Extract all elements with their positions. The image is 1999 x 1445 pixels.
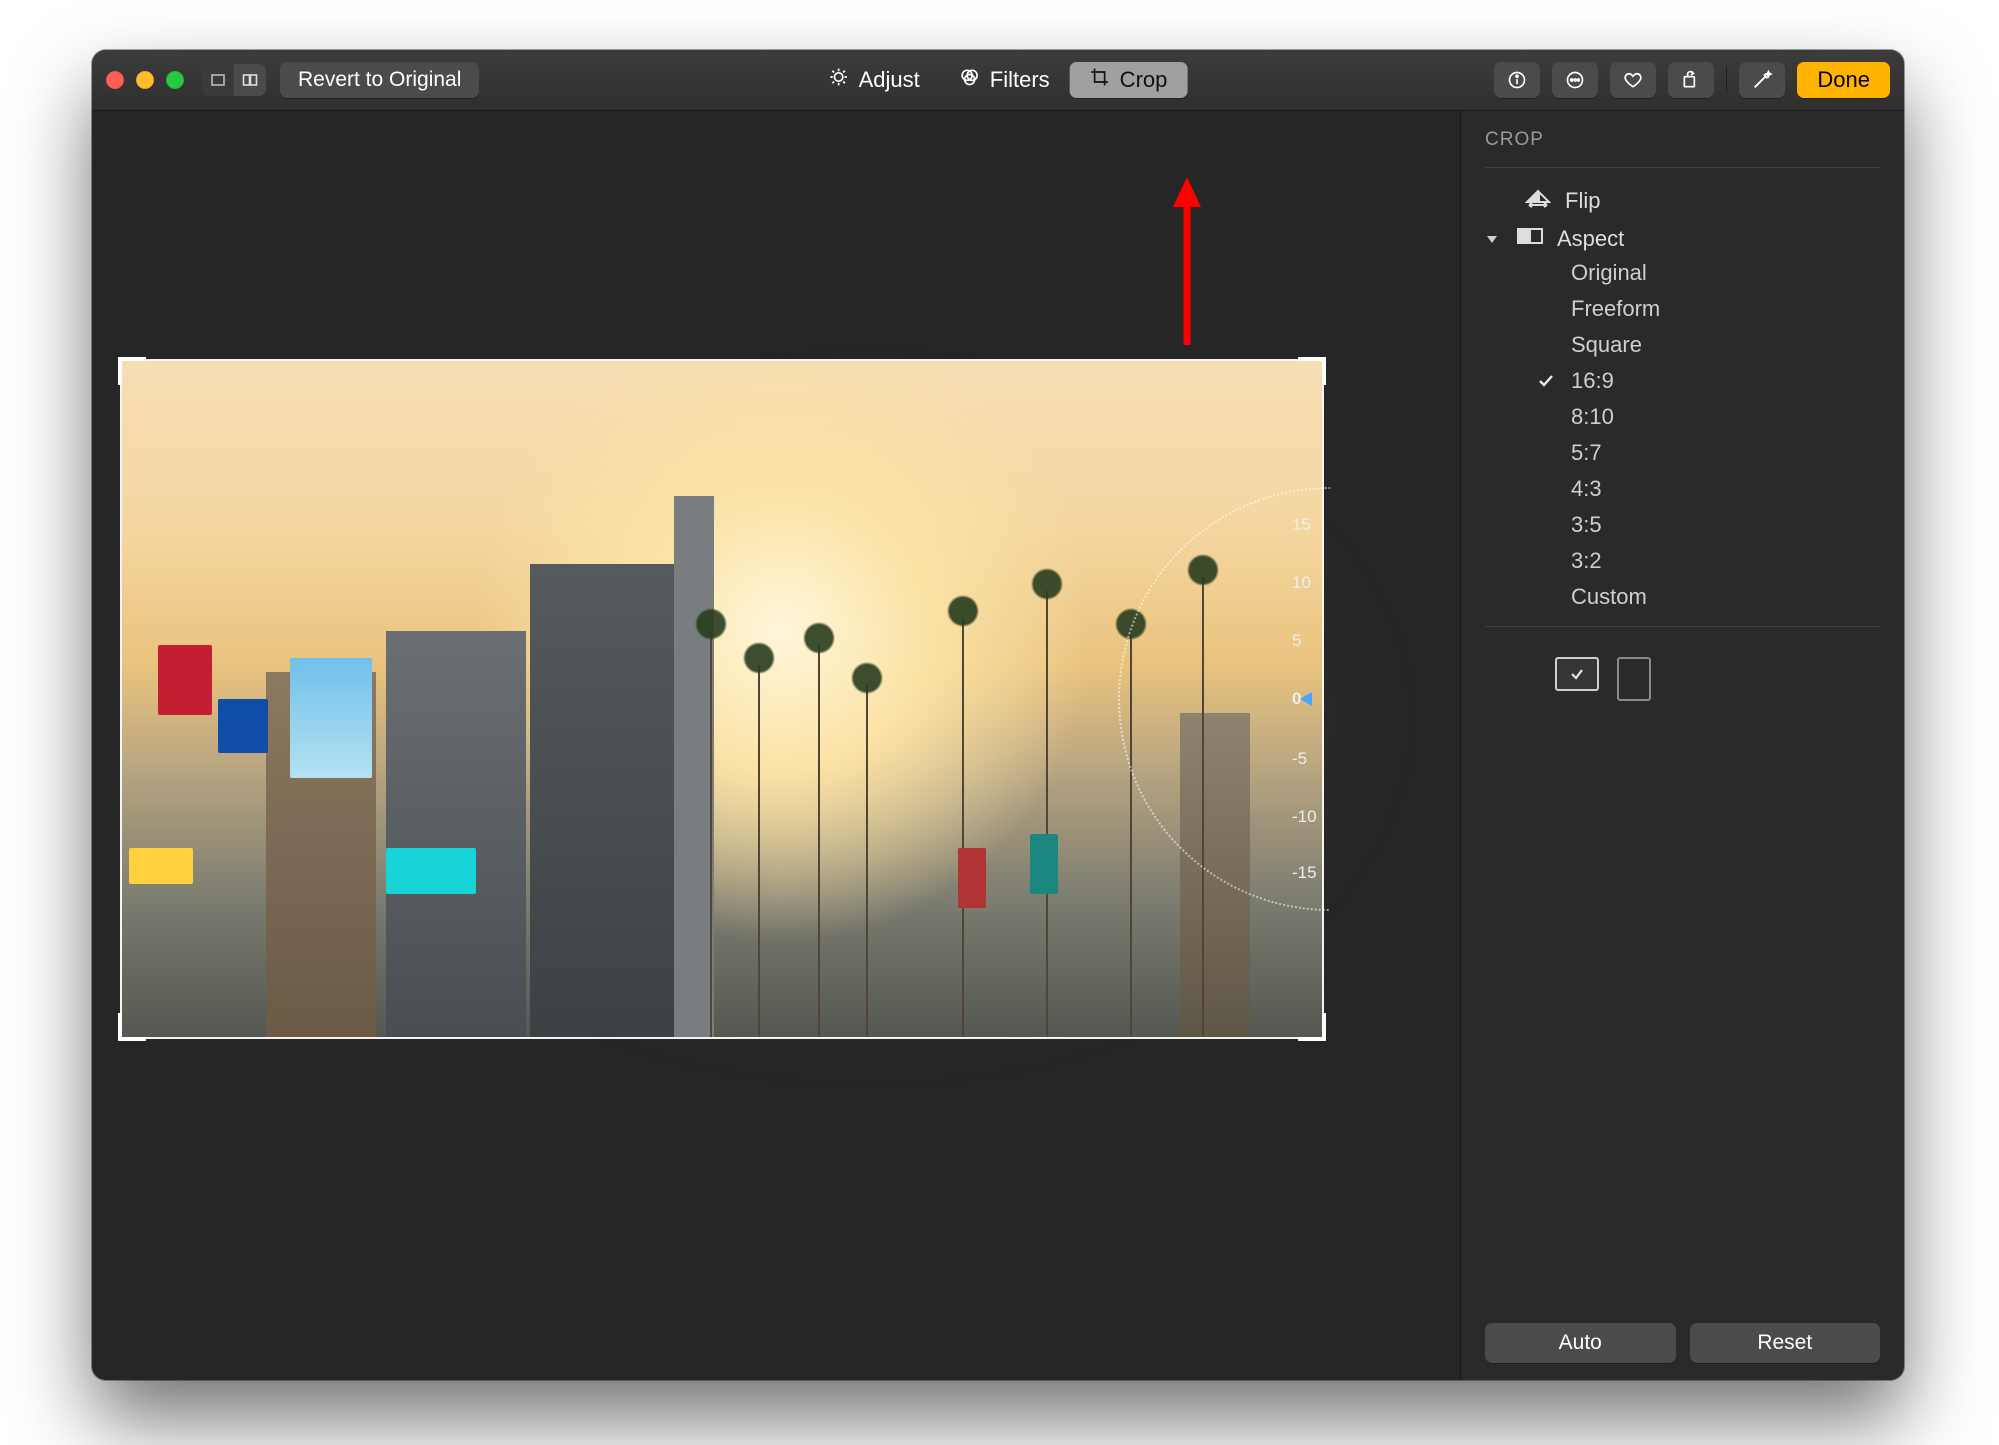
- done-button[interactable]: Done: [1797, 62, 1890, 98]
- disclosure-down-icon: [1485, 232, 1503, 246]
- aspect-option-5-7[interactable]: 5:7: [1535, 438, 1880, 468]
- toolbar-divider: [1726, 67, 1727, 93]
- aspect-option-label: 8:10: [1571, 404, 1614, 430]
- adjust-icon: [829, 67, 849, 93]
- view-mode-single-icon[interactable]: [202, 64, 234, 96]
- favorite-button[interactable]: [1610, 62, 1656, 98]
- aspect-option-label: 16:9: [1571, 368, 1614, 394]
- crop-frame[interactable]: 15 10 5 0 -5 -10 -15: [122, 361, 1322, 1037]
- crop-icon: [1090, 67, 1110, 93]
- crop-handle-bottom-left[interactable]: [118, 1013, 146, 1041]
- tab-crop[interactable]: Crop: [1070, 62, 1188, 98]
- divider: [1485, 167, 1880, 168]
- sidebar-section-title: CROP: [1485, 129, 1880, 151]
- tab-crop-label: Crop: [1120, 67, 1168, 93]
- orientation-portrait-button[interactable]: [1617, 657, 1651, 701]
- aspect-label: Aspect: [1557, 226, 1624, 252]
- tab-adjust-label: Adjust: [859, 67, 920, 93]
- minimize-window-button[interactable]: [136, 71, 154, 89]
- checkmark-icon: [1535, 372, 1557, 390]
- aspect-row[interactable]: Aspect: [1485, 220, 1880, 258]
- flip-icon: [1525, 188, 1551, 214]
- aspect-option-label: 5:7: [1571, 440, 1602, 466]
- wheel-tick: -5: [1292, 749, 1307, 769]
- orientation-toggle: [1485, 641, 1880, 701]
- flip-row[interactable]: Flip: [1485, 182, 1880, 220]
- maximize-window-button[interactable]: [166, 71, 184, 89]
- wheel-tick: 10: [1292, 573, 1311, 593]
- auto-button[interactable]: Auto: [1485, 1323, 1676, 1363]
- photos-edit-window: Revert to Original Adjust Filters Crop: [92, 50, 1904, 1380]
- aspect-option-3-2[interactable]: 3:2: [1535, 546, 1880, 576]
- more-button[interactable]: [1552, 62, 1598, 98]
- wheel-tick: 15: [1292, 515, 1311, 535]
- aspect-option-label: 3:2: [1571, 548, 1602, 574]
- crop-handle-bottom-right[interactable]: [1298, 1013, 1326, 1041]
- aspect-option-3-5[interactable]: 3:5: [1535, 510, 1880, 540]
- rotate-button[interactable]: [1668, 62, 1714, 98]
- tab-adjust[interactable]: Adjust: [809, 62, 940, 98]
- flip-label: Flip: [1565, 188, 1600, 214]
- info-button[interactable]: [1494, 62, 1540, 98]
- wheel-tick: 5: [1292, 631, 1301, 651]
- aspect-icon: [1517, 226, 1543, 252]
- revert-to-original-button[interactable]: Revert to Original: [280, 62, 479, 98]
- aspect-option-original[interactable]: Original: [1535, 258, 1880, 288]
- aspect-option-freeform[interactable]: Freeform: [1535, 294, 1880, 324]
- aspect-option-4-3[interactable]: 4:3: [1535, 474, 1880, 504]
- aspect-option-custom[interactable]: Custom: [1535, 582, 1880, 612]
- window-controls: [106, 71, 184, 89]
- aspect-option-label: Freeform: [1571, 296, 1660, 322]
- aspect-options-list: Original Freeform Square 16:9 8:10 5:7 4…: [1485, 258, 1880, 612]
- annotation-arrow-icon: [1167, 177, 1207, 353]
- crop-sidebar: CROP Flip: [1460, 111, 1904, 1380]
- tab-filters-label: Filters: [990, 67, 1050, 93]
- view-mode-segment[interactable]: [202, 64, 266, 96]
- aspect-option-16-9[interactable]: 16:9: [1535, 366, 1880, 396]
- aspect-option-label: Original: [1571, 260, 1647, 286]
- crop-handle-top-left[interactable]: [118, 357, 146, 385]
- wheel-indicator-icon: [1300, 692, 1314, 706]
- aspect-option-label: 3:5: [1571, 512, 1602, 538]
- wheel-tick: -10: [1292, 807, 1317, 827]
- toolbar-right: Done: [1494, 62, 1890, 98]
- crop-handle-top-right[interactable]: [1298, 357, 1326, 385]
- auto-enhance-button[interactable]: [1739, 62, 1785, 98]
- divider: [1485, 626, 1880, 627]
- aspect-option-8-10[interactable]: 8:10: [1535, 402, 1880, 432]
- aspect-option-label: Square: [1571, 332, 1642, 358]
- aspect-option-square[interactable]: Square: [1535, 330, 1880, 360]
- aspect-option-label: Custom: [1571, 584, 1647, 610]
- canvas-area[interactable]: 15 10 5 0 -5 -10 -15: [92, 111, 1460, 1380]
- sidebar-footer: Auto Reset: [1485, 1323, 1880, 1363]
- reset-button[interactable]: Reset: [1690, 1323, 1881, 1363]
- orientation-landscape-button[interactable]: [1555, 657, 1599, 691]
- aspect-option-label: 4:3: [1571, 476, 1602, 502]
- wheel-tick: -15: [1292, 863, 1317, 883]
- tab-filters[interactable]: Filters: [940, 62, 1070, 98]
- edit-tabs: Adjust Filters Crop: [809, 62, 1188, 98]
- filters-icon: [960, 67, 980, 93]
- titlebar: Revert to Original Adjust Filters Crop: [92, 50, 1904, 111]
- close-window-button[interactable]: [106, 71, 124, 89]
- view-mode-split-icon[interactable]: [234, 64, 266, 96]
- editor-body: 15 10 5 0 -5 -10 -15: [92, 111, 1904, 1380]
